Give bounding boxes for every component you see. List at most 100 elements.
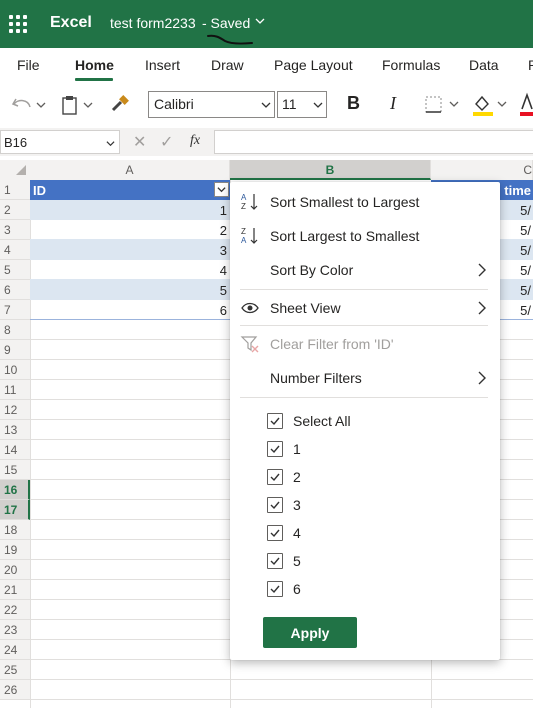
column-header-b[interactable]: B [230, 160, 431, 180]
tab-page-layout[interactable]: Page Layout [274, 57, 353, 73]
checkbox[interactable] [267, 553, 283, 569]
row-header[interactable]: 21 [0, 580, 30, 600]
row-header[interactable]: 11 [0, 380, 30, 400]
row-header[interactable]: 8 [0, 320, 30, 340]
menu-item-label: Number Filters [270, 370, 362, 386]
chevron-right-icon [478, 301, 486, 315]
row-header[interactable]: 14 [0, 440, 30, 460]
menu-item-label: Sort By Color [270, 262, 354, 278]
clipboard-icon [62, 96, 93, 115]
menu-item-sort-ascending[interactable]: A Z Sort Smallest to Largest [230, 187, 500, 217]
row-header[interactable]: 19 [0, 540, 30, 560]
row-header[interactable]: 1 [0, 180, 30, 200]
checkbox[interactable] [267, 441, 283, 457]
borders-button[interactable] [423, 94, 463, 121]
row-header[interactable]: 24 [0, 640, 30, 660]
checkbox[interactable] [267, 497, 283, 513]
table-cell[interactable]: 1 [30, 200, 230, 220]
tab-formulas[interactable]: Formulas [382, 57, 440, 73]
row-header[interactable]: 2 [0, 200, 30, 220]
fill-color-icon [473, 95, 507, 116]
menu-item-label: Sort Smallest to Largest [270, 194, 420, 210]
active-tab-indicator [75, 78, 113, 81]
row-header[interactable]: 3 [0, 220, 30, 240]
app-name[interactable]: Excel [50, 14, 92, 32]
table-cell[interactable]: 3 [30, 240, 230, 260]
column-header-c[interactable]: C [431, 160, 533, 180]
tab-draw[interactable]: Draw [211, 57, 244, 73]
row-header[interactable]: 7 [0, 300, 30, 320]
column-header-a[interactable]: A [30, 160, 230, 180]
menu-item-label: Clear Filter from 'ID' [270, 336, 394, 352]
row-header[interactable]: 18 [0, 520, 30, 540]
font-name-dropdown[interactable]: Calibri [148, 91, 275, 118]
table-cell[interactable]: 6 [30, 300, 230, 320]
checkmark-icon [270, 585, 280, 594]
clear-filter-icon [240, 336, 259, 353]
menu-item-sheet-view[interactable]: Sheet View [230, 293, 500, 323]
paste-button[interactable] [60, 92, 98, 118]
svg-text:Z: Z [241, 202, 246, 211]
tab-review[interactable]: R [528, 57, 533, 73]
row-header[interactable]: 10 [0, 360, 30, 380]
title-bar: Excel test form2233 - Saved [0, 0, 533, 48]
checkbox[interactable] [267, 413, 283, 429]
save-status[interactable]: - Saved [202, 15, 250, 31]
table-header-id[interactable]: ID [30, 180, 230, 200]
row-header-selected[interactable]: 17 [0, 500, 30, 520]
menu-item-label: Sheet View [270, 300, 341, 316]
checkbox[interactable] [267, 525, 283, 541]
app-launcher-icon[interactable] [9, 15, 27, 33]
gridline [30, 699, 533, 700]
format-painter-button[interactable] [109, 92, 131, 118]
row-header[interactable]: 4 [0, 240, 30, 260]
table-cell[interactable]: 4 [30, 260, 230, 280]
row-header[interactable]: 6 [0, 280, 30, 300]
menu-item-number-filters[interactable]: Number Filters [230, 363, 500, 393]
row-header[interactable]: 5 [0, 260, 30, 280]
menu-separator [240, 325, 488, 326]
row-header[interactable]: 13 [0, 420, 30, 440]
checkmark-icon [270, 417, 280, 426]
insert-function-button[interactable]: fx [190, 133, 200, 149]
tab-data[interactable]: Data [469, 57, 499, 73]
sort-descending-icon: Z A [241, 227, 258, 245]
checkmark-icon [270, 445, 280, 454]
fill-color-button[interactable] [470, 92, 512, 123]
document-title[interactable]: test form2233 [110, 15, 196, 31]
row-header-selected[interactable]: 16 [0, 480, 30, 500]
row-header[interactable]: 9 [0, 340, 30, 360]
cancel-entry-button[interactable]: ✕ [133, 132, 146, 152]
font-color-button[interactable] [518, 92, 533, 123]
italic-button[interactable]: I [390, 93, 396, 114]
table-cell[interactable]: 5 [30, 280, 230, 300]
undo-button[interactable] [10, 92, 48, 118]
checkbox-label: 6 [293, 581, 301, 597]
checkbox[interactable] [267, 469, 283, 485]
table-cell[interactable]: 2 [30, 220, 230, 240]
chevron-down-icon[interactable] [255, 16, 265, 29]
checkbox[interactable] [267, 581, 283, 597]
name-box[interactable]: B16 [0, 130, 120, 154]
tab-home[interactable]: Home [75, 57, 114, 73]
row-header[interactable]: 25 [0, 660, 30, 680]
formula-input[interactable] [214, 130, 533, 154]
checkbox-label: 5 [293, 553, 301, 569]
confirm-entry-button[interactable]: ✓ [160, 132, 173, 152]
menu-item-sort-descending[interactable]: Z A Sort Largest to Smallest [230, 221, 500, 251]
eye-icon [241, 302, 259, 314]
menu-item-sort-by-color[interactable]: Sort By Color [230, 255, 500, 285]
row-header[interactable]: 15 [0, 460, 30, 480]
bold-button[interactable]: B [347, 93, 360, 114]
row-header[interactable]: 12 [0, 400, 30, 420]
filter-dropdown-button[interactable] [214, 182, 229, 197]
apply-button[interactable]: Apply [263, 617, 357, 648]
font-size-dropdown[interactable]: 11 [277, 91, 327, 118]
tab-file[interactable]: File [17, 57, 40, 73]
filter-menu: A Z Sort Smallest to Largest Z A Sort La… [230, 182, 500, 660]
row-header[interactable]: 22 [0, 600, 30, 620]
row-header[interactable]: 20 [0, 560, 30, 580]
row-header[interactable]: 23 [0, 620, 30, 640]
tab-insert[interactable]: Insert [145, 57, 180, 73]
row-header[interactable]: 26 [0, 680, 30, 700]
